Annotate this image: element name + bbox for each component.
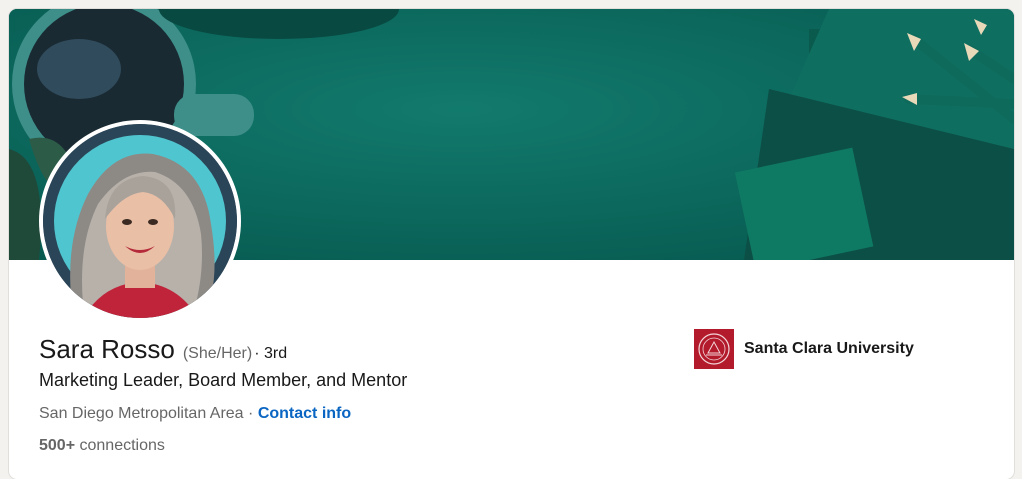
location-row: San Diego Metropolitan Area · Contact in… (39, 405, 351, 423)
connections-link[interactable]: 500+ connections (39, 437, 165, 455)
profile-name: Sara Rosso (39, 334, 175, 364)
profile-photo[interactable] (39, 120, 241, 322)
location: San Diego Metropolitan Area (39, 405, 244, 422)
separator: · (248, 405, 254, 422)
profile-headline: Marketing Leader, Board Member, and Ment… (39, 370, 408, 390)
education-item[interactable]: Santa Clara University (694, 329, 914, 369)
name-row: Sara Rosso (She/Her) · 3rd (39, 334, 287, 365)
connections-label: connections (79, 437, 165, 454)
connection-degree: · 3rd (254, 345, 288, 362)
university-seal-icon (694, 329, 734, 369)
pronouns: (She/Her) (182, 345, 253, 362)
avatar (43, 124, 237, 318)
profile-card: Sara Rosso (She/Her) · 3rd Marketing Lea… (9, 9, 1014, 479)
school-name: Santa Clara University (744, 340, 914, 357)
contact-info-link[interactable]: Contact info (258, 405, 351, 422)
connections-count: 500+ (39, 437, 76, 454)
